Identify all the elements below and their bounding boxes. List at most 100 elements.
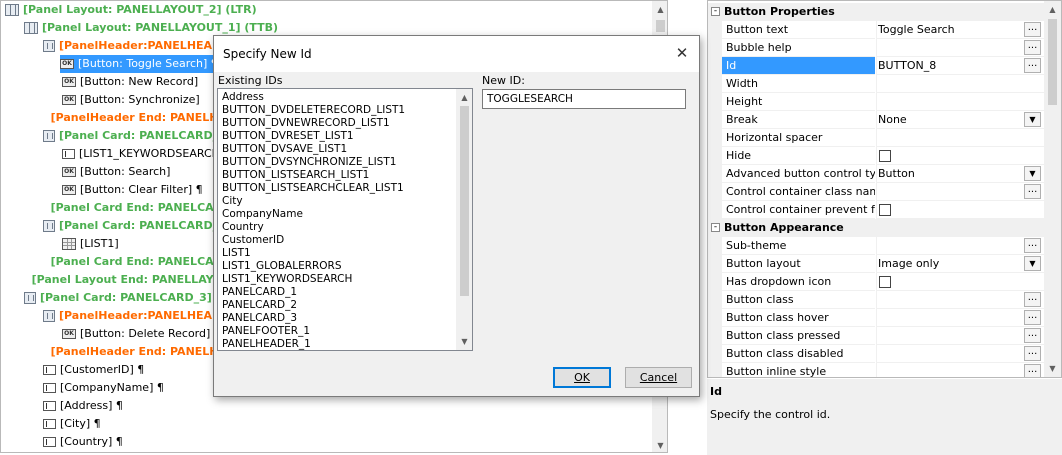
property-value[interactable]: ... bbox=[876, 237, 1044, 255]
tree-node[interactable]: [Panel Card: PANELCARD_1] bbox=[43, 127, 231, 145]
tree-node[interactable]: [Panel Layout: PANELLAYOUT_2] (LTR) bbox=[5, 1, 257, 19]
tree-node[interactable]: [LIST1_KEYWORDSEARCH] ¶ bbox=[62, 145, 235, 163]
scroll-down-arrow-icon[interactable]: ▼ bbox=[652, 437, 667, 452]
property-value[interactable]: ... bbox=[876, 39, 1044, 57]
property-name[interactable]: Button class bbox=[722, 291, 875, 309]
property-row[interactable]: Control container prevent float bbox=[708, 201, 1044, 219]
scroll-up-arrow-icon[interactable]: ▲ bbox=[1044, 1, 1061, 18]
scroll-up-arrow-icon[interactable]: ▲ bbox=[652, 1, 667, 18]
existing-id-item[interactable]: PANELHEADER_1 bbox=[222, 338, 405, 350]
property-value[interactable] bbox=[876, 93, 1044, 111]
existing-id-item[interactable]: CompanyName bbox=[222, 208, 405, 221]
property-value[interactable]: ... bbox=[876, 291, 1044, 309]
property-value[interactable] bbox=[876, 129, 1044, 147]
tree-node[interactable]: [City] ¶ bbox=[43, 415, 101, 433]
scroll-down-arrow-icon[interactable]: ▼ bbox=[456, 333, 472, 350]
property-row[interactable]: Has dropdown icon bbox=[708, 273, 1044, 291]
scroll-thumb[interactable] bbox=[656, 20, 665, 32]
existing-id-item[interactable]: PANELCARD_2 bbox=[222, 299, 405, 312]
chevron-down-icon[interactable]: ▼ bbox=[1024, 166, 1041, 181]
property-row[interactable]: Height bbox=[708, 93, 1044, 111]
existing-id-item[interactable]: BUTTON_DVSAVE_LIST1 bbox=[222, 143, 405, 156]
ellipsis-button[interactable]: ... bbox=[1024, 184, 1041, 199]
property-name[interactable]: Height bbox=[722, 93, 875, 111]
existing-id-item[interactable]: PANELCARD_1 bbox=[222, 286, 405, 299]
property-row[interactable]: Advanced button control type Button ▼ bbox=[708, 165, 1044, 183]
existing-id-item[interactable]: BUTTON_DVDELETERECORD_LIST1 bbox=[222, 104, 405, 117]
scroll-thumb[interactable] bbox=[460, 106, 469, 296]
property-value[interactable] bbox=[876, 75, 1044, 93]
existing-id-item[interactable]: LIST1_GLOBALERRORS bbox=[222, 260, 405, 273]
tree-node[interactable]: OK [Button: New Record] bbox=[62, 73, 198, 91]
property-row[interactable]: Width bbox=[708, 75, 1044, 93]
collapse-icon[interactable]: - bbox=[711, 223, 720, 232]
property-name[interactable]: Bubble help bbox=[722, 39, 875, 57]
tree-node[interactable]: [CompanyName] ¶ bbox=[43, 379, 164, 397]
property-name[interactable]: Button layout bbox=[722, 255, 875, 273]
ellipsis-button[interactable]: ... bbox=[1024, 58, 1041, 73]
property-row[interactable]: Button class pressed... bbox=[708, 327, 1044, 345]
ids-scrollbar[interactable]: ▲ ▼ bbox=[456, 89, 472, 350]
existing-id-item[interactable]: BUTTON_DVNEWRECORD_LIST1 bbox=[222, 117, 405, 130]
ellipsis-button[interactable]: ... bbox=[1024, 346, 1041, 361]
ellipsis-button[interactable]: ... bbox=[1024, 238, 1041, 253]
existing-id-item[interactable]: BUTTON_LISTSEARCHCLEAR_LIST1 bbox=[222, 182, 405, 195]
property-row[interactable]: Hide bbox=[708, 147, 1044, 165]
property-value[interactable] bbox=[876, 147, 1044, 165]
tree-node[interactable]: OK [Button: Search] bbox=[62, 163, 170, 181]
chevron-down-icon[interactable]: ▼ bbox=[1024, 256, 1041, 271]
property-name[interactable]: Advanced button control type bbox=[722, 165, 875, 183]
property-value[interactable]: ... bbox=[876, 183, 1044, 201]
ellipsis-button[interactable]: ... bbox=[1024, 40, 1041, 55]
property-name[interactable]: Break bbox=[722, 111, 875, 129]
existing-id-item[interactable]: LIST1_KEYWORDSEARCH bbox=[222, 273, 405, 286]
ellipsis-button[interactable]: ... bbox=[1024, 328, 1041, 343]
ellipsis-button[interactable]: ... bbox=[1024, 292, 1041, 307]
existing-id-item[interactable]: LIST1 bbox=[222, 247, 405, 260]
existing-id-item[interactable]: Country bbox=[222, 221, 405, 234]
scroll-thumb[interactable] bbox=[1048, 19, 1057, 105]
property-name[interactable]: Button text bbox=[722, 21, 875, 39]
existing-id-item[interactable]: CustomerID bbox=[222, 234, 405, 247]
checkbox[interactable] bbox=[879, 150, 891, 162]
scroll-up-arrow-icon[interactable]: ▲ bbox=[456, 89, 472, 106]
ellipsis-button[interactable]: ... bbox=[1024, 364, 1041, 377]
tree-node[interactable]: [LIST1] bbox=[62, 235, 119, 253]
property-value[interactable] bbox=[876, 273, 1044, 291]
dialog-titlebar[interactable]: Specify New Id ✕ bbox=[214, 36, 699, 72]
property-row[interactable]: Button layout Image only ▼ bbox=[708, 255, 1044, 273]
property-row[interactable]: Button class hover... bbox=[708, 309, 1044, 327]
property-value[interactable]: Button ▼ bbox=[876, 165, 1044, 183]
existing-id-item[interactable]: City bbox=[222, 195, 405, 208]
tree-node[interactable]: OK [Button: Delete Record] bbox=[62, 325, 210, 343]
property-row[interactable]: Control container class name... bbox=[708, 183, 1044, 201]
property-row[interactable]: Button class disabled... bbox=[708, 345, 1044, 363]
property-row[interactable]: Button class... bbox=[708, 291, 1044, 309]
new-id-input[interactable] bbox=[482, 89, 686, 109]
tree-node[interactable]: [Panel Card: PANELCARD_2] bbox=[43, 217, 231, 235]
property-value[interactable] bbox=[876, 201, 1044, 219]
existing-id-item[interactable]: PANELFOOTER_1 bbox=[222, 325, 405, 338]
tree-node[interactable]: OK [Button: Clear Filter] ¶ bbox=[62, 181, 203, 199]
existing-id-item[interactable]: BUTTON_DVSYNCHRONIZE_LIST1 bbox=[222, 156, 405, 169]
ellipsis-button[interactable]: ... bbox=[1024, 310, 1041, 325]
property-row[interactable]: Id BUTTON_8... bbox=[708, 57, 1044, 75]
property-name[interactable]: Has dropdown icon bbox=[722, 273, 875, 291]
property-name[interactable]: Control container class name bbox=[722, 183, 875, 201]
tree-node[interactable]: [CustomerID] ¶ bbox=[43, 361, 144, 379]
existing-id-item[interactable]: BUTTON_LISTSEARCH_LIST1 bbox=[222, 169, 405, 182]
existing-ids-listbox[interactable]: Address BUTTON_DVDELETERECORD_LIST1 BUTTON… bbox=[217, 88, 473, 351]
property-value[interactable]: Image only ▼ bbox=[876, 255, 1044, 273]
property-value[interactable]: ... bbox=[876, 309, 1044, 327]
property-name[interactable]: Sub-theme bbox=[722, 237, 875, 255]
property-value[interactable]: BUTTON_8... bbox=[876, 57, 1044, 75]
property-row[interactable]: Button text Toggle Search... bbox=[708, 21, 1044, 39]
ok-button[interactable]: OK bbox=[553, 367, 611, 388]
checkbox[interactable] bbox=[879, 276, 891, 288]
property-value[interactable]: None ▼ bbox=[876, 111, 1044, 129]
property-row[interactable]: Bubble help... bbox=[708, 39, 1044, 57]
tree-node[interactable]: OK [Button: Synchronize] bbox=[62, 91, 200, 109]
existing-id-item[interactable]: BUTTON_DVRESET_LIST1 bbox=[222, 130, 405, 143]
property-name[interactable]: Button class disabled bbox=[722, 345, 875, 363]
ellipsis-button[interactable]: ... bbox=[1024, 22, 1041, 37]
